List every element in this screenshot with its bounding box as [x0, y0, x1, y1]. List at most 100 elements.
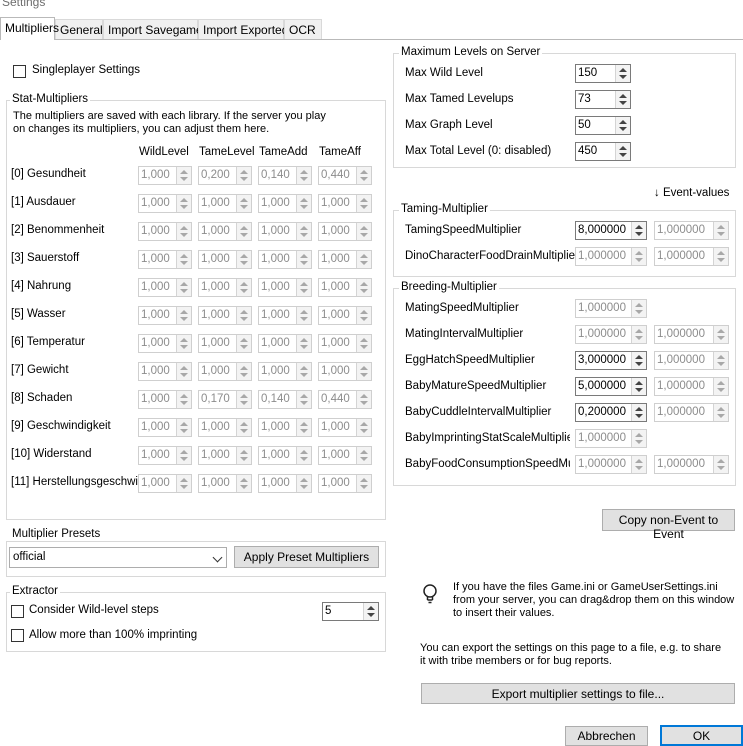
breeding-event-input[interactable]: 1,000000 — [654, 351, 729, 370]
stat-multiplier-input[interactable]: 1,000 — [318, 250, 372, 269]
spinner-arrows[interactable] — [296, 391, 311, 408]
stat-multiplier-input[interactable]: 1,000 — [258, 334, 312, 353]
stat-multiplier-input[interactable]: 1,000 — [138, 418, 192, 437]
breeding-event-input[interactable]: 1,000000 — [654, 403, 729, 422]
spinner-arrows[interactable] — [236, 363, 251, 380]
stat-multiplier-input[interactable]: 1,000 — [198, 222, 252, 241]
taming-input[interactable]: 1,000000 — [575, 247, 647, 266]
spinner-arrows[interactable] — [176, 167, 191, 184]
stat-multiplier-input[interactable]: 1,000 — [258, 250, 312, 269]
stat-multiplier-input[interactable]: 1,000 — [198, 418, 252, 437]
stat-multiplier-input[interactable]: 1,000 — [258, 446, 312, 465]
breeding-input[interactable]: 1,000000 — [575, 429, 647, 448]
spinner-arrows[interactable] — [356, 251, 371, 268]
spinner-arrows[interactable] — [631, 430, 646, 447]
spinner-arrows[interactable] — [236, 251, 251, 268]
spinner-arrows[interactable] — [631, 404, 646, 421]
stat-multiplier-input[interactable]: 0,170 — [198, 390, 252, 409]
imprinting-checkbox[interactable] — [11, 629, 24, 642]
spinner-arrows[interactable] — [713, 352, 728, 369]
stat-multiplier-input[interactable]: 1,000 — [258, 418, 312, 437]
stat-multiplier-input[interactable]: 1,000 — [318, 362, 372, 381]
spinner-arrows[interactable] — [176, 475, 191, 492]
ok-button[interactable]: OK — [660, 725, 743, 746]
stat-multiplier-input[interactable]: 1,000 — [138, 250, 192, 269]
spinner-arrows[interactable] — [713, 404, 728, 421]
max-level-input[interactable]: 450 — [575, 142, 631, 161]
apply-preset-button[interactable]: Apply Preset Multipliers — [234, 546, 379, 568]
spinner-arrows[interactable] — [296, 475, 311, 492]
spinner-arrows[interactable] — [356, 195, 371, 212]
stat-multiplier-input[interactable]: 1,000 — [258, 362, 312, 381]
spinner-arrows[interactable] — [296, 307, 311, 324]
spinner-arrows[interactable] — [713, 326, 728, 343]
stat-multiplier-input[interactable]: 1,000 — [138, 306, 192, 325]
stat-multiplier-input[interactable]: 1,000 — [198, 278, 252, 297]
spinner-arrows[interactable] — [631, 248, 646, 265]
spinner-arrows[interactable] — [356, 363, 371, 380]
spinner-arrows[interactable] — [236, 447, 251, 464]
spinner-arrows[interactable] — [356, 307, 371, 324]
max-level-input[interactable]: 50 — [575, 116, 631, 135]
stat-multiplier-input[interactable]: 1,000 — [138, 474, 192, 493]
tab-import-exported[interactable]: Import Exported — [198, 19, 288, 40]
spinner-arrows[interactable] — [615, 65, 630, 82]
breeding-input[interactable]: 1,000000 — [575, 325, 647, 344]
spinner-arrows[interactable] — [713, 248, 728, 265]
stat-multiplier-input[interactable]: 1,000 — [198, 306, 252, 325]
spinner-arrows[interactable] — [631, 378, 646, 395]
spinner-arrows[interactable] — [356, 391, 371, 408]
spinner-arrows[interactable] — [296, 195, 311, 212]
spinner-arrows[interactable] — [356, 335, 371, 352]
spinner-arrows[interactable] — [236, 475, 251, 492]
spinner-arrows[interactable] — [176, 223, 191, 240]
spinner-arrows[interactable] — [356, 419, 371, 436]
stat-multiplier-input[interactable]: 1,000 — [198, 250, 252, 269]
spinner-arrows[interactable] — [631, 352, 646, 369]
spinner-arrows[interactable] — [176, 363, 191, 380]
spinner-arrows[interactable] — [236, 279, 251, 296]
wild-steps-checkbox[interactable] — [11, 605, 24, 618]
max-level-input[interactable]: 150 — [575, 64, 631, 83]
spinner-arrows[interactable] — [236, 307, 251, 324]
spinner-arrows[interactable] — [631, 326, 646, 343]
spinner-arrows[interactable] — [615, 143, 630, 160]
stat-multiplier-input[interactable]: 1,000 — [198, 474, 252, 493]
taming-input[interactable]: 8,000000 — [575, 221, 647, 240]
spinner-arrows[interactable] — [615, 117, 630, 134]
tab-multipliers[interactable]: Multipliers — [0, 17, 59, 40]
spinner-arrows[interactable] — [356, 167, 371, 184]
spinner-arrows[interactable] — [176, 391, 191, 408]
spinner-arrows[interactable] — [356, 223, 371, 240]
breeding-event-input[interactable]: 1,000000 — [654, 455, 729, 474]
breeding-input[interactable]: 1,000000 — [575, 299, 647, 318]
spinner-arrows[interactable] — [356, 447, 371, 464]
breeding-input[interactable]: 1,000000 — [575, 455, 647, 474]
stat-multiplier-input[interactable]: 1,000 — [258, 474, 312, 493]
stat-multiplier-input[interactable]: 1,000 — [318, 306, 372, 325]
copy-event-button[interactable]: Copy non-Event to Event — [602, 509, 735, 541]
spinner-arrows[interactable] — [296, 279, 311, 296]
stat-multiplier-input[interactable]: 0,140 — [258, 390, 312, 409]
stat-multiplier-input[interactable]: 1,000 — [258, 306, 312, 325]
spinner-arrows[interactable] — [176, 307, 191, 324]
stat-multiplier-input[interactable]: 1,000 — [258, 278, 312, 297]
stat-multiplier-input[interactable]: 1,000 — [318, 194, 372, 213]
stat-multiplier-input[interactable]: 1,000 — [318, 418, 372, 437]
preset-select[interactable]: official — [9, 547, 227, 568]
spinner-arrows[interactable] — [356, 475, 371, 492]
spinner-arrows[interactable] — [236, 223, 251, 240]
stat-multiplier-input[interactable]: 1,000 — [138, 362, 192, 381]
spinner-arrows[interactable] — [176, 195, 191, 212]
stat-multiplier-input[interactable]: 1,000 — [318, 222, 372, 241]
stat-multiplier-input[interactable]: 1,000 — [258, 194, 312, 213]
stat-multiplier-input[interactable]: 1,000 — [318, 446, 372, 465]
spinner-arrows[interactable] — [296, 335, 311, 352]
stat-multiplier-input[interactable]: 1,000 — [198, 334, 252, 353]
stat-multiplier-input[interactable]: 1,000 — [198, 194, 252, 213]
stat-multiplier-input[interactable]: 0,140 — [258, 166, 312, 185]
breeding-event-input[interactable]: 1,000000 — [654, 377, 729, 396]
spinner-arrows[interactable] — [236, 391, 251, 408]
stat-multiplier-input[interactable]: 0,440 — [318, 390, 372, 409]
spinner-arrows[interactable] — [631, 222, 646, 239]
